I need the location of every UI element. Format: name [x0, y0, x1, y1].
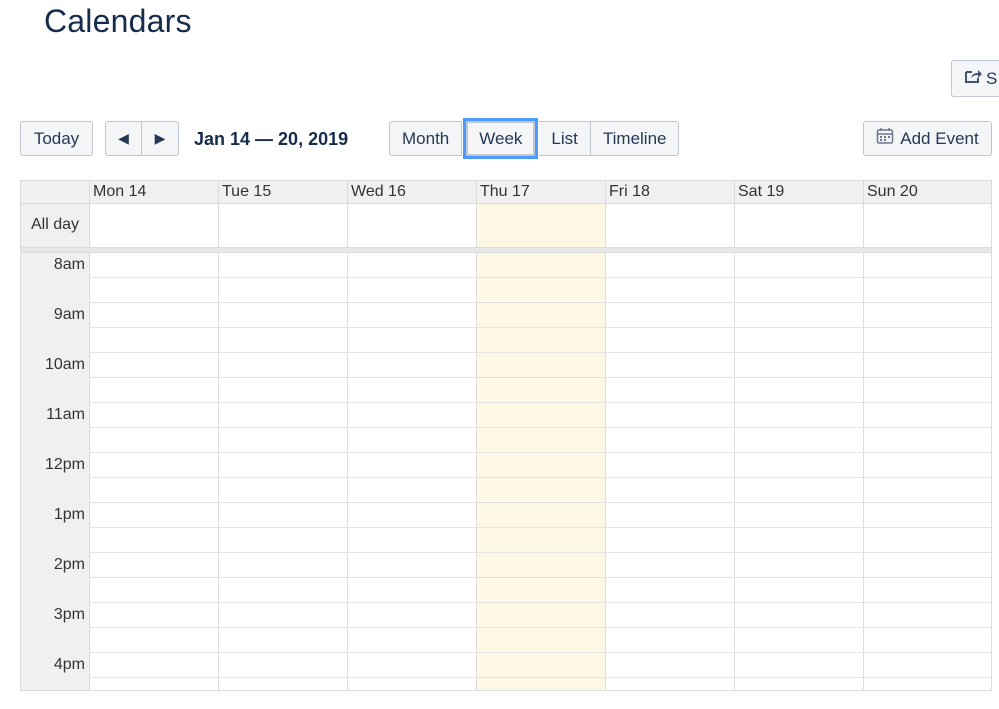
share-button-label: S	[986, 68, 998, 88]
day-header: Sun 20	[863, 181, 991, 203]
half-hour-line	[89, 477, 991, 478]
add-event-label: Add Event	[900, 128, 979, 148]
time-label: 10am	[44, 356, 85, 373]
time-label: 1pm	[53, 506, 85, 523]
share-button[interactable]: S	[951, 60, 999, 97]
prev-button[interactable]: ◀	[105, 121, 142, 156]
hour-line	[89, 452, 991, 453]
month-view-button[interactable]: Month	[389, 121, 463, 156]
hour-line	[89, 552, 991, 553]
hour-line	[89, 652, 991, 653]
all-day-divider	[21, 248, 991, 253]
today-button[interactable]: Today	[20, 121, 93, 156]
day-header: Sat 19	[734, 181, 863, 203]
all-day-row[interactable]	[21, 203, 991, 248]
day-header: Thu 17	[476, 181, 605, 203]
hour-line	[89, 502, 991, 503]
half-hour-line	[89, 277, 991, 278]
prev-arrow-icon: ◀	[118, 130, 129, 146]
date-navigation: ◀ ▶	[105, 121, 179, 156]
hour-line	[89, 302, 991, 303]
half-hour-line	[89, 577, 991, 578]
time-label: 3pm	[53, 606, 85, 623]
next-arrow-icon: ▶	[154, 130, 166, 146]
half-hour-line	[89, 677, 991, 678]
hour-line	[89, 602, 991, 603]
hour-line	[89, 402, 991, 403]
date-range-title: Jan 14 — 20, 2019	[194, 129, 349, 149]
time-label: 8am	[53, 256, 85, 273]
add-event-button[interactable]: Add Event	[863, 121, 992, 156]
half-hour-line	[89, 377, 991, 378]
half-hour-line	[89, 327, 991, 328]
share-icon	[964, 68, 982, 89]
list-view-button[interactable]: List	[539, 121, 591, 156]
time-label: 9am	[53, 306, 85, 323]
timeline-view-button[interactable]: Timeline	[590, 121, 680, 156]
calendar-icon	[876, 127, 894, 150]
week-calendar-grid: Mon 14 Tue 15 Wed 16 Thu 17 Fri 18 Sat 1…	[20, 180, 992, 691]
hour-line	[89, 352, 991, 353]
day-header: Mon 14	[89, 181, 218, 203]
time-label: 4pm	[53, 656, 85, 673]
time-label: 2pm	[53, 556, 85, 573]
all-day-label: All day	[30, 216, 80, 233]
next-button[interactable]: ▶	[142, 121, 179, 156]
half-hour-line	[89, 427, 991, 428]
day-header: Tue 15	[218, 181, 347, 203]
day-header: Wed 16	[347, 181, 476, 203]
page-title: Calendars	[44, 3, 192, 39]
half-hour-line	[89, 527, 991, 528]
time-label: 11am	[46, 406, 85, 423]
day-header: Fri 18	[605, 181, 734, 203]
time-label: 12pm	[44, 456, 85, 473]
week-view-button[interactable]: Week	[466, 121, 536, 156]
half-hour-line	[89, 627, 991, 628]
view-switcher: Month Week List Timeline	[389, 121, 680, 156]
day-headers: Mon 14 Tue 15 Wed 16 Thu 17 Fri 18 Sat 1…	[21, 181, 991, 204]
